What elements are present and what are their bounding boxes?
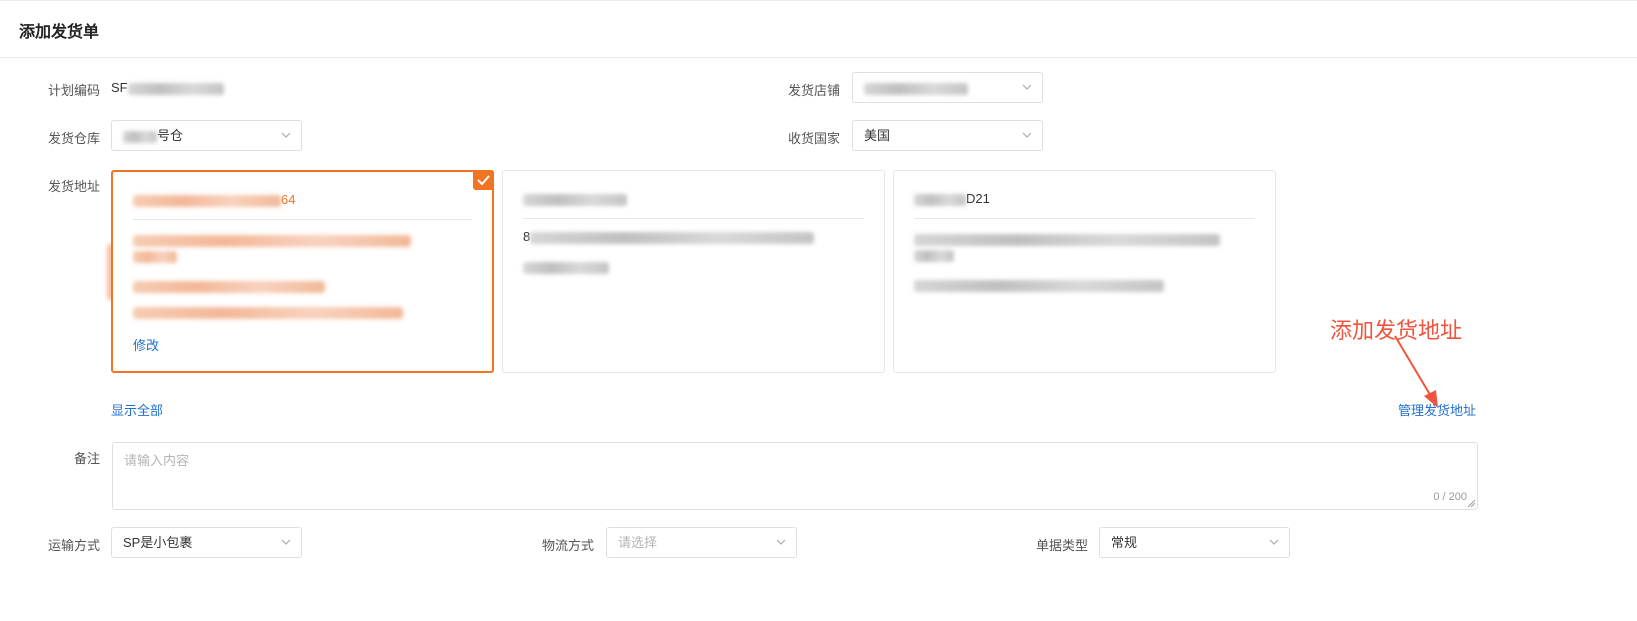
plan-code-value: SF	[111, 80, 224, 95]
page-header: 添加发货单	[0, 1, 1637, 58]
ship-address-label: 发货地址	[47, 179, 100, 194]
edit-address-link[interactable]: 修改	[133, 335, 159, 354]
address-card-title-suffix: D21	[966, 191, 990, 206]
redacted-text	[523, 193, 627, 206]
address-line	[914, 231, 1220, 246]
address-line	[523, 259, 609, 274]
chevron-down-icon	[281, 539, 291, 545]
logistics-placeholder: 请选择	[618, 535, 658, 550]
address-line	[133, 232, 411, 247]
remark-counter: 0 / 200	[1433, 491, 1467, 503]
receive-country-select[interactable]: 美国	[852, 120, 1043, 151]
address-card-title-suffix: 64	[281, 192, 296, 207]
transport-select[interactable]: SP是小包裹	[111, 527, 302, 558]
logistics-select[interactable]: 请选择	[606, 527, 797, 558]
redacted-text	[123, 130, 157, 143]
doc-type-label: 单据类型	[1035, 538, 1088, 553]
receive-country-label: 收货国家	[787, 131, 840, 146]
ship-store-label: 发货店铺	[787, 83, 840, 98]
remark-placeholder: 请输入内容	[124, 453, 190, 468]
chevron-down-icon	[1269, 539, 1279, 545]
address-card-title: 64	[133, 192, 472, 220]
remark-label: 备注	[73, 451, 100, 466]
address-card-title: D21	[914, 191, 1255, 219]
remark-textarea[interactable]: 请输入内容 0 / 200	[112, 442, 1478, 510]
ship-store-select[interactable]	[852, 72, 1043, 103]
address-line	[914, 277, 1164, 292]
receive-country-value: 美国	[864, 128, 891, 143]
address-card-3[interactable]: D21	[893, 170, 1276, 373]
plan-code-prefix: SF	[111, 80, 128, 95]
chevron-down-icon	[281, 132, 291, 138]
address-card-title	[523, 191, 864, 219]
plan-code-label: 计划编码	[47, 83, 100, 98]
transport-label: 运输方式	[47, 538, 100, 553]
logistics-label: 物流方式	[541, 538, 594, 553]
page-title: 添加发货单	[19, 24, 100, 41]
resize-grip-icon[interactable]	[1467, 499, 1476, 508]
chevron-down-icon	[1022, 84, 1032, 90]
ship-warehouse-label: 发货仓库	[47, 131, 100, 146]
redacted-text	[864, 82, 968, 95]
address-line	[914, 247, 954, 262]
address-line-prefix: 8	[523, 229, 531, 244]
redacted-text	[914, 193, 966, 206]
ship-warehouse-select[interactable]: 号仓	[111, 120, 302, 151]
chevron-down-icon	[1022, 132, 1032, 138]
address-card-1[interactable]: 64 修改	[111, 170, 494, 373]
chevron-down-icon	[776, 539, 786, 545]
warehouse-value-suffix: 号仓	[157, 128, 184, 143]
address-line: 8	[523, 229, 815, 244]
address-line	[133, 278, 325, 293]
address-line	[133, 248, 177, 263]
check-icon	[473, 170, 494, 190]
doc-type-value: 常规	[1111, 535, 1138, 550]
show-all-link[interactable]: 显示全部	[111, 400, 163, 419]
arrow-icon	[1394, 335, 1438, 408]
redacted-text	[127, 82, 224, 95]
address-card-2[interactable]: 8	[502, 170, 885, 373]
address-line	[133, 304, 403, 319]
transport-value: SP是小包裹	[123, 535, 193, 550]
redacted-text	[133, 194, 281, 207]
doc-type-select[interactable]: 常规	[1099, 527, 1290, 558]
